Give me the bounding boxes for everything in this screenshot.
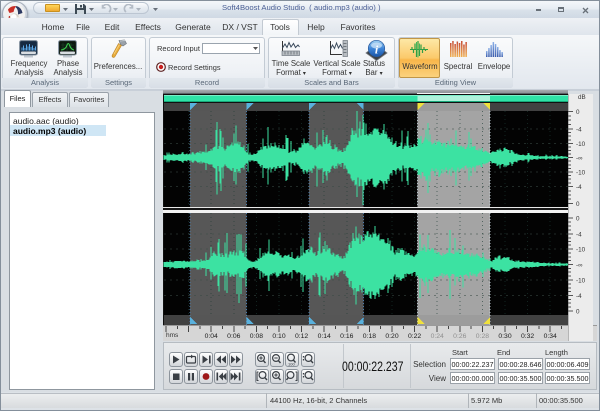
svg-text:0:18: 0:18 bbox=[363, 333, 376, 340]
svg-text:0:24: 0:24 bbox=[431, 333, 444, 340]
svg-text:0:26: 0:26 bbox=[453, 333, 466, 340]
svg-text:0:20: 0:20 bbox=[385, 333, 398, 340]
svg-text:0: 0 bbox=[576, 109, 580, 116]
svg-text:0:04: 0:04 bbox=[205, 333, 218, 340]
svg-text:0:16: 0:16 bbox=[340, 333, 353, 340]
svg-text:0:14: 0:14 bbox=[318, 333, 331, 340]
svg-text:0:22: 0:22 bbox=[408, 333, 421, 340]
svg-text:0:30: 0:30 bbox=[498, 333, 511, 340]
svg-text:0:10: 0:10 bbox=[272, 333, 285, 340]
svg-text:hms: hms bbox=[166, 332, 179, 339]
svg-text:0:28: 0:28 bbox=[476, 333, 489, 340]
svg-text:-4: -4 bbox=[576, 231, 582, 238]
svg-text:-∞: -∞ bbox=[576, 155, 583, 162]
svg-text:-∞: -∞ bbox=[576, 262, 583, 269]
svg-text:0:32: 0:32 bbox=[521, 333, 534, 340]
svg-text:0:12: 0:12 bbox=[295, 333, 308, 340]
svg-text:-10: -10 bbox=[576, 169, 586, 176]
svg-text:0: 0 bbox=[576, 201, 580, 208]
svg-text:100: 100 bbox=[288, 362, 295, 367]
svg-text:0: 0 bbox=[576, 215, 580, 222]
svg-text:-10: -10 bbox=[576, 277, 586, 284]
svg-text:0:08: 0:08 bbox=[250, 333, 263, 340]
svg-text:-4: -4 bbox=[576, 293, 582, 300]
svg-text:-10: -10 bbox=[576, 141, 586, 148]
svg-text:dB: dB bbox=[578, 94, 586, 101]
svg-text:-10: -10 bbox=[576, 246, 586, 253]
svg-text:0: 0 bbox=[576, 308, 580, 315]
svg-text:0:34: 0:34 bbox=[544, 333, 557, 340]
svg-text:-4: -4 bbox=[576, 126, 582, 133]
svg-text:-4: -4 bbox=[576, 184, 582, 191]
svg-text:0:06: 0:06 bbox=[227, 333, 240, 340]
